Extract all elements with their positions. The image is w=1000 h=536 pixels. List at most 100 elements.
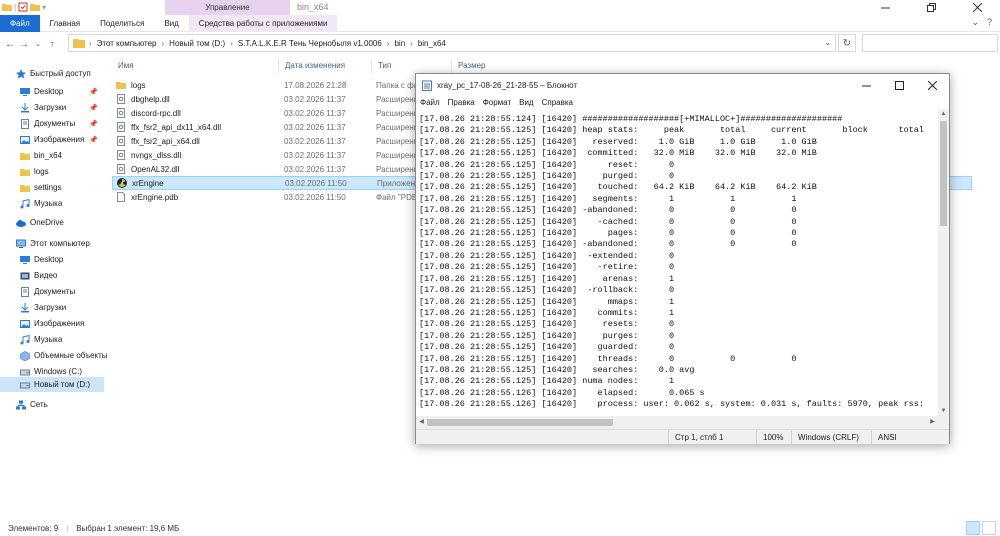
details-view-button[interactable] xyxy=(966,521,980,535)
sidebar-item-label: Документы xyxy=(34,287,76,296)
sidebar-item[interactable]: Загрузки xyxy=(0,300,104,315)
sidebar-item[interactable]: Быстрый доступ xyxy=(0,66,104,81)
breadcrumb-bin-x64[interactable]: bin_x64 xyxy=(418,39,446,48)
file-row[interactable]: dbghelp.dll 03.02.2026 11:37 Расширение пр… xyxy=(112,92,417,106)
breadcrumb-separator-icon[interactable]: › xyxy=(410,39,413,48)
file-row[interactable]: ffx_fsr2_api_x64.dll 03.02.2026 11:37 Расш… xyxy=(112,134,417,148)
radiation-icon xyxy=(117,178,127,188)
column-size[interactable]: Размер xyxy=(452,58,522,74)
sidebar-item[interactable]: Документы xyxy=(0,284,104,299)
sidebar-item[interactable]: Музыка xyxy=(0,196,104,211)
breadcrumb-this-pc[interactable]: Этот компьютер xyxy=(97,39,157,48)
dll-icon xyxy=(117,150,125,160)
tab-view[interactable]: Вид xyxy=(154,15,188,32)
notepad-minimize-button[interactable] xyxy=(850,74,883,96)
search-input[interactable] xyxy=(862,34,998,52)
sidebar-item[interactable]: OneDrive xyxy=(0,215,104,230)
sidebar-item-label: Объемные объекты xyxy=(34,351,108,360)
column-type[interactable]: Тип xyxy=(372,58,452,74)
scroll-right-icon[interactable]: ▶ xyxy=(927,416,938,429)
file-row[interactable]: ffx_fsr2_api_dx11_x64.dll 03.02.2026 11:3… xyxy=(112,120,417,134)
sidebar-item[interactable]: Видео xyxy=(0,268,104,283)
file-row[interactable]: logs 17.08.2026 21:28 Папка с файлами xyxy=(112,78,417,92)
column-name[interactable]: Имя xyxy=(112,58,279,74)
notepad-maximize-button[interactable] xyxy=(883,74,916,96)
tab-share[interactable]: Поделиться xyxy=(90,15,154,32)
qa-dropdown-icon[interactable]: ▾ xyxy=(42,3,46,12)
properties-icon[interactable] xyxy=(18,2,28,12)
close-button[interactable] xyxy=(954,0,1000,15)
notepad-text-area[interactable]: [17.08.26 21:28:55.124] [16420] ########… xyxy=(419,114,937,416)
zoom-level: 100% xyxy=(756,430,791,445)
folder-icon[interactable] xyxy=(2,2,12,12)
breadcrumb-stalker[interactable]: S.T.A.L.K.E.R Тень Чернобыля v1.0006 xyxy=(238,39,382,48)
sidebar-item[interactable]: Объемные объекты xyxy=(0,348,108,363)
breadcrumb-separator-icon[interactable]: › xyxy=(230,39,233,48)
menu-edit[interactable]: Правка xyxy=(444,96,479,109)
menu-file[interactable]: Файл xyxy=(416,96,444,109)
text-line: [17.08.26 21:28:55.126] [16420] process:… xyxy=(419,399,924,410)
scroll-up-icon[interactable]: ▲ xyxy=(938,109,949,119)
sidebar-item[interactable]: bin_x64 xyxy=(0,148,104,163)
sidebar-item[interactable]: Загрузки 📌 xyxy=(0,100,104,115)
breadcrumb-bin[interactable]: bin xyxy=(394,39,405,48)
minimize-button[interactable] xyxy=(862,0,908,15)
text-line: [17.08.26 21:28:55.125] [16420] committe… xyxy=(419,148,817,159)
address-dropdown-icon[interactable]: ⌄ xyxy=(824,38,831,47)
sidebar-item[interactable]: Документы 📌 xyxy=(0,116,104,131)
vertical-scrollbar[interactable]: ▲ ▼ xyxy=(938,109,949,416)
sidebar-item[interactable]: Изображения 📌 xyxy=(0,132,104,147)
menu-help[interactable]: Справка xyxy=(538,96,577,109)
sidebar-item[interactable]: Desktop xyxy=(0,252,104,267)
notepad-close-button[interactable] xyxy=(916,74,949,96)
menu-format[interactable]: Формат xyxy=(479,96,515,109)
sidebar-item[interactable]: Сеть xyxy=(0,397,104,412)
3d-objects-icon xyxy=(20,350,30,361)
sidebar-item[interactable]: logs xyxy=(0,164,104,179)
file-row[interactable]: OpenAL32.dll 03.02.2026 11:37 Расширение п… xyxy=(112,162,417,176)
scroll-left-icon[interactable]: ◀ xyxy=(416,416,427,429)
recent-chevron-icon[interactable]: ⌄ xyxy=(31,40,45,48)
help-icon[interactable]: ? xyxy=(987,17,992,28)
horizontal-scrollbar[interactable]: ◀ ▶ xyxy=(416,416,949,429)
refresh-button[interactable]: ↻ xyxy=(838,34,856,52)
new-folder-icon[interactable] xyxy=(30,2,41,12)
breadcrumb-drive-d[interactable]: Новый том (D:) xyxy=(169,39,225,48)
large-icons-view-button[interactable] xyxy=(982,521,996,535)
text-line: [17.08.26 21:28:55.125] [16420] -rollbac… xyxy=(419,285,675,296)
selection-info: Выбран 1 элемент: 19,6 МБ xyxy=(76,523,180,533)
chevron-down-icon[interactable]: ⌄ xyxy=(971,17,979,28)
address-row: ← → ⌄ ↑ › Этот компьютер › Новый том (D:… xyxy=(0,34,1000,54)
address-bar[interactable]: › Этот компьютер › Новый том (D:) › S.T.… xyxy=(68,34,836,52)
sidebar-item[interactable]: Изображения xyxy=(0,316,104,331)
status-bar: Элементов: 9 | Выбран 1 элемент: 19,6 МБ xyxy=(0,520,1000,536)
tab-file[interactable]: Файл xyxy=(0,15,40,32)
vertical-scroll-thumb[interactable] xyxy=(940,121,947,226)
drive-icon xyxy=(20,369,30,375)
file-row[interactable]: xrEngine.pdb 03.02.2026 11:50 Файл "PDB" xyxy=(112,190,417,204)
sidebar-item[interactable]: Этот компьютер xyxy=(0,236,104,251)
menu-view[interactable]: Вид xyxy=(515,96,537,109)
file-date: 03.02.2026 11:37 xyxy=(284,94,346,104)
sidebar-item[interactable]: Музыка xyxy=(0,332,104,347)
sidebar-item[interactable]: Новый том (D:) xyxy=(0,377,104,392)
up-arrow-icon[interactable]: ↑ xyxy=(45,39,59,50)
explorer-titlebar: | ▾ Управление bin_x64 xyxy=(0,0,1000,15)
file-name: xrEngine xyxy=(132,178,164,188)
text-line: [17.08.26 21:28:55.125] [16420] threads:… xyxy=(419,353,797,364)
breadcrumb-separator-icon[interactable]: › xyxy=(387,39,390,48)
breadcrumb-separator-icon[interactable]: › xyxy=(162,39,165,48)
file-row[interactable]: nvngx_dlss.dll 03.02.2026 11:37 Расширение… xyxy=(112,148,417,162)
tab-home[interactable]: Главная xyxy=(40,15,90,32)
sidebar-item[interactable]: Desktop 📌 xyxy=(0,84,104,99)
scroll-down-icon[interactable]: ▼ xyxy=(938,406,949,416)
back-arrow-icon[interactable]: ← xyxy=(3,39,17,50)
horizontal-scroll-thumb[interactable] xyxy=(427,419,613,426)
sidebar-item[interactable]: settings xyxy=(0,180,104,195)
sidebar-item-label: bin_x64 xyxy=(34,151,63,160)
tab-app-tools[interactable]: Средства работы с приложениями xyxy=(188,15,338,32)
column-date[interactable]: Дата изменения xyxy=(279,58,372,74)
file-row[interactable]: discord-rpc.dll 03.02.2026 11:37 Расширени… xyxy=(112,106,417,120)
maximize-button[interactable] xyxy=(908,0,954,15)
forward-arrow-icon[interactable]: → xyxy=(17,39,31,50)
